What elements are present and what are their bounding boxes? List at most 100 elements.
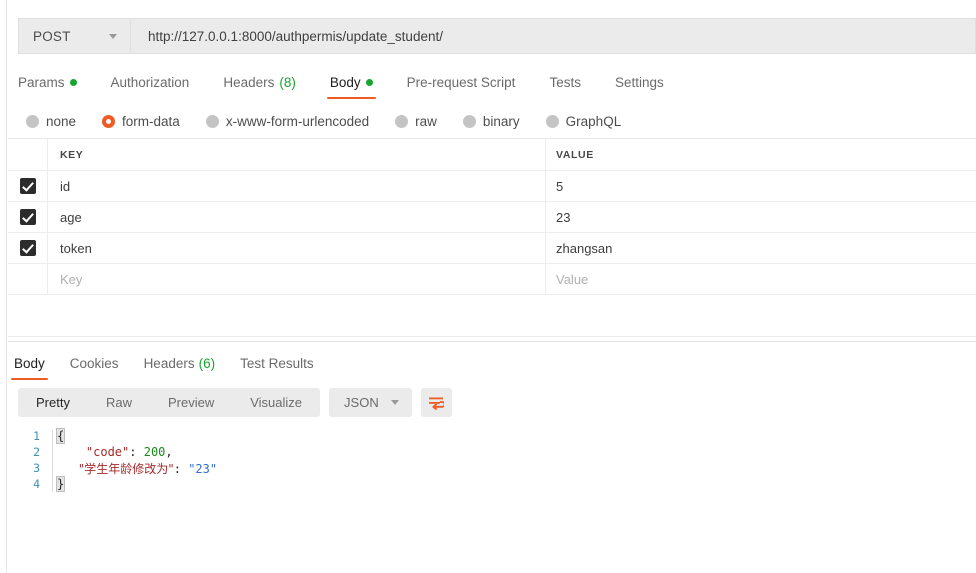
response-tab-headers[interactable]: Headers (6) (144, 352, 216, 374)
tab-headers-label: Headers (223, 74, 275, 90)
response-tab-test-results[interactable]: Test Results (240, 352, 314, 374)
body-type-radio-group: none form-data x-www-form-urlencoded raw… (26, 110, 647, 132)
params-modified-dot-icon (69, 78, 77, 86)
json-key-message: "学生年龄修改为" (78, 461, 174, 476)
radio-icon (462, 114, 476, 128)
body-type-binary-label: binary (482, 113, 520, 129)
response-tab-body[interactable]: Body (11, 352, 48, 380)
url-input[interactable]: http://127.0.0.1:8000/authpermis/update_… (130, 18, 976, 54)
response-tabs: Body Cookies Headers (6) Test Results (11, 352, 339, 380)
line-number: 4 (33, 477, 40, 491)
tab-body[interactable]: Body (326, 70, 390, 99)
empty-row-value-placeholder: Value (556, 271, 589, 287)
radio-selected-icon (102, 114, 116, 128)
empty-row-checkbox-cell (8, 264, 48, 294)
code-line-content: } (46, 476, 66, 492)
table-filler-area (8, 295, 976, 337)
row-key-text: token (60, 240, 92, 256)
row-checkbox-cell (8, 171, 48, 201)
body-modified-dot-icon (365, 78, 373, 86)
tab-tests[interactable]: Tests (549, 70, 598, 94)
response-tab-cookies[interactable]: Cookies (70, 352, 119, 374)
body-type-binary[interactable]: binary (462, 113, 520, 129)
response-format-select[interactable]: JSON (329, 388, 412, 417)
body-type-urlencoded-label: x-www-form-urlencoded (225, 113, 370, 129)
response-format-label: JSON (344, 395, 379, 410)
row-checkbox-cell (8, 233, 48, 263)
tab-headers[interactable]: Headers (8) (223, 70, 313, 94)
empty-row-key-cell[interactable]: Key (48, 264, 546, 294)
row-key-text: age (60, 209, 82, 225)
view-mode-pretty[interactable]: Pretty (18, 388, 88, 417)
json-colon: : (129, 445, 144, 459)
response-tab-body-active-underline (11, 377, 48, 380)
row-checkbox-checked-icon[interactable] (19, 178, 36, 194)
request-tabs: Params Authorization Headers (8) Body Pr… (18, 70, 698, 99)
response-tab-test-results-label: Test Results (240, 355, 314, 371)
empty-row-value-cell[interactable]: Value (546, 264, 976, 294)
response-view-toolbar: Pretty Raw Preview Visualize JSON (18, 388, 452, 417)
response-tab-cookies-label: Cookies (69, 355, 119, 371)
json-open-brace: { (55, 428, 66, 444)
tab-settings-label: Settings (614, 74, 664, 90)
view-mode-preview[interactable]: Preview (150, 388, 232, 417)
chevron-down-icon (390, 400, 399, 405)
http-method-label: POST (33, 28, 71, 44)
code-line: 3 "学生年龄修改为": "23" (18, 460, 976, 476)
body-type-graphql[interactable]: GraphQL (545, 114, 621, 129)
left-rail-divider (0, 0, 7, 573)
body-type-none[interactable]: none (26, 114, 76, 129)
response-tab-headers-count: (6) (198, 355, 216, 371)
http-method-select[interactable]: POST (18, 18, 130, 54)
line-number: 3 (33, 461, 40, 475)
row-value-text: zhangsan (556, 240, 613, 256)
tab-params[interactable]: Params (18, 70, 94, 94)
radio-icon (545, 114, 559, 128)
chevron-down-icon (109, 33, 117, 39)
row-checkbox-checked-icon[interactable] (19, 240, 36, 256)
line-number: 2 (33, 445, 40, 459)
view-mode-raw[interactable]: Raw (88, 388, 150, 417)
table-header-row: KEY VALUE (8, 139, 976, 171)
view-mode-group: Pretty Raw Preview Visualize (18, 388, 321, 417)
radio-icon (26, 114, 39, 128)
row-value-text: 23 (556, 209, 571, 225)
tab-headers-count: (8) (279, 74, 296, 90)
row-value-cell[interactable]: 5 (546, 171, 976, 201)
json-close-brace: } (55, 476, 66, 492)
body-type-raw[interactable]: raw (395, 114, 437, 129)
table-row: age 23 (8, 202, 976, 233)
row-value-text: 5 (556, 178, 564, 194)
pane-divider[interactable] (8, 341, 976, 342)
tab-authorization[interactable]: Authorization (111, 70, 207, 94)
row-key-cell[interactable]: id (48, 171, 546, 201)
view-mode-visualize[interactable]: Visualize (232, 388, 320, 417)
tab-pre-request-script[interactable]: Pre-request Script (407, 70, 533, 94)
json-key-code: "code" (85, 445, 130, 459)
word-wrap-icon (429, 397, 445, 410)
response-body-code-viewer[interactable]: 1 { 2 "code": 200, 3 "学生年龄修改为": "23" 4 } (18, 428, 976, 573)
row-key-cell[interactable]: age (48, 202, 546, 232)
tab-settings[interactable]: Settings (615, 70, 681, 94)
tab-tests-label: Tests (549, 74, 581, 90)
line-number: 1 (33, 429, 40, 443)
row-value-cell[interactable]: zhangsan (546, 233, 976, 263)
word-wrap-button[interactable] (420, 388, 452, 417)
header-value-cell: VALUE (546, 139, 976, 170)
row-checkbox-checked-icon[interactable] (19, 209, 36, 225)
table-row: id 5 (8, 171, 976, 202)
code-line: 4 } (18, 476, 976, 492)
header-checkbox-cell (8, 139, 48, 170)
json-value-code: 200 (143, 445, 166, 459)
code-line-content: "学生年龄修改为": "23" (46, 460, 217, 477)
column-header-value: VALUE (556, 148, 594, 161)
code-line-content: { (46, 428, 66, 444)
row-value-cell[interactable]: 23 (546, 202, 976, 232)
tab-authorization-label: Authorization (110, 74, 190, 90)
body-type-urlencoded[interactable]: x-www-form-urlencoded (205, 113, 370, 129)
row-key-cell[interactable]: token (48, 233, 546, 263)
body-type-none-label: none (46, 113, 77, 129)
header-key-cell: KEY (48, 139, 546, 170)
body-type-form-data[interactable]: form-data (102, 114, 180, 129)
code-line-content: "code": 200, (46, 445, 173, 459)
